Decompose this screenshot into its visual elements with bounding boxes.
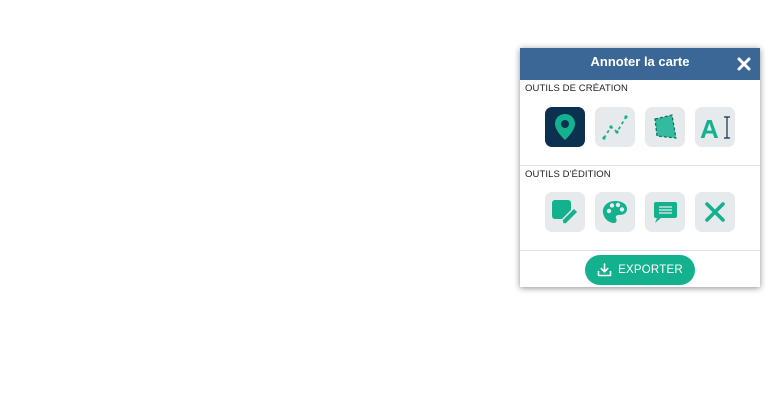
text-tool-icon: A xyxy=(700,114,730,141)
polygon-tool-button[interactable] xyxy=(645,107,685,147)
delete-button[interactable] xyxy=(695,192,735,232)
creation-tools-label: OUTILS DE CRÉATION xyxy=(525,83,628,94)
export-label: EXPORTER xyxy=(618,264,683,276)
edit-shape-icon xyxy=(552,200,579,225)
panel-title: Annoter la carte xyxy=(590,54,690,69)
annotation-panel: Annoter la carte OUTILS DE CRÉATION A OU… xyxy=(520,48,760,287)
edit-shape-button[interactable] xyxy=(545,192,585,232)
edition-tools-row xyxy=(520,192,760,232)
map-marker-icon xyxy=(555,114,575,140)
text-tool-button[interactable]: A xyxy=(695,107,735,147)
marker-tool-button[interactable] xyxy=(545,107,585,147)
download-icon xyxy=(597,263,612,277)
polygon-icon xyxy=(654,114,677,139)
edition-tools-label: OUTILS D'ÉDITION xyxy=(525,169,611,180)
close-icon xyxy=(737,57,751,71)
palette-icon xyxy=(602,201,627,223)
panel-header: Annoter la carte xyxy=(520,48,760,80)
close-button[interactable] xyxy=(734,54,754,74)
polyline-tool-button[interactable] xyxy=(595,107,635,147)
polyline-icon xyxy=(602,115,628,140)
export-button[interactable]: EXPORTER xyxy=(585,255,695,285)
svg-text:A: A xyxy=(700,114,719,141)
comment-icon xyxy=(654,202,677,223)
comment-button[interactable] xyxy=(645,192,685,232)
style-button[interactable] xyxy=(595,192,635,232)
creation-tools-row: A xyxy=(520,107,760,147)
delete-icon xyxy=(705,202,725,222)
